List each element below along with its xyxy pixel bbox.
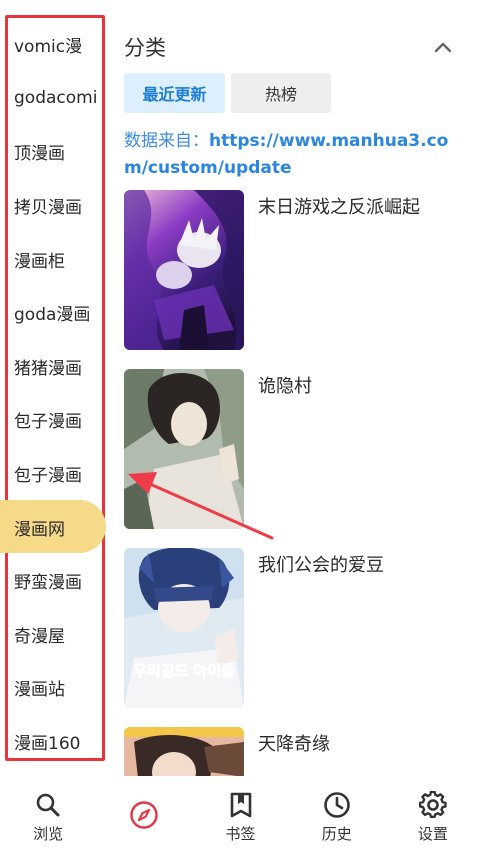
tab-hot-ranking[interactable]: 热榜 [231,73,331,113]
manga-item[interactable]: 末日游戏之反派崛起 [124,190,464,350]
nav-settings[interactable]: 设置 [385,776,481,856]
manga-title[interactable]: 天降奇缘 [258,730,330,756]
sidebar-item-label: 包子漫画 [14,412,82,433]
category-tabs: 最近更新 热榜 [124,73,331,113]
nav-label: 书签 [225,825,256,843]
sidebar-item-label: 拷贝漫画 [14,198,82,219]
sidebar-item-label: 顶漫画 [14,144,65,165]
nav-label: 历史 [321,825,352,843]
sidebar-item-manhuagui[interactable]: 漫画柜 [0,232,106,286]
sidebar-item-dingmanhua[interactable]: 顶漫画 [0,125,106,179]
source-prefix: 数据来自： [124,131,209,151]
sidebar-item-label: 漫画网 [14,519,65,540]
sidebar-item-qimanwu[interactable]: 奇漫屋 [0,608,106,662]
sidebar-item-baozi-1[interactable]: 包子漫画 [0,393,106,447]
clock-icon [322,790,352,820]
source-list: vomic漫 godacomi 顶漫画 拷贝漫画 漫画柜 goda漫画 猪猪漫画… [0,18,106,768]
gear-icon [418,790,448,820]
main-content[interactable]: 分类 最近更新 热榜 数据来自：https://www.manhua3.com/… [106,0,481,776]
tab-recent-update[interactable]: 最近更新 [124,73,225,113]
sidebar-item-label: 漫画站 [14,680,65,701]
manga-cover[interactable] [124,727,244,776]
sidebar-item-label: 包子漫画 [14,466,82,487]
data-source: 数据来自：https://www.manhua3.com/custom/upda… [124,128,464,182]
manga-title[interactable]: 我们公会的爱豆 [258,551,384,577]
sidebar-item-manhua160[interactable]: 漫画160 [0,715,106,769]
nav-bookmarks[interactable]: 书签 [192,776,288,856]
manga-title[interactable]: 末日游戏之反派崛起 [258,193,420,219]
sidebar-item-baozi-2[interactable]: 包子漫画 [0,447,106,501]
nav-label: 浏览 [33,825,64,843]
source-sidebar: vomic漫 godacomi 顶漫画 拷贝漫画 漫画柜 goda漫画 猪猪漫画… [0,0,106,776]
category-header[interactable]: 分类 [124,30,454,64]
manga-cover[interactable] [124,190,244,350]
sidebar-item-yeman[interactable]: 野蛮漫画 [0,554,106,608]
sidebar-item-zhuzhu[interactable]: 猪猪漫画 [0,340,106,394]
manga-cover[interactable]: 우리길드 아이돌 [124,548,244,708]
sidebar-item-label: 奇漫屋 [14,626,65,647]
sidebar-item-label: godacomi [14,88,98,109]
sidebar-item-goda[interactable]: goda漫画 [0,286,106,340]
manga-item[interactable]: 天降奇缘 [124,727,464,776]
sidebar-item-kaobei[interactable]: 拷贝漫画 [0,179,106,233]
section-title: 分类 [124,36,166,60]
manga-item[interactable]: 诡隐村 [124,369,464,529]
chevron-up-icon[interactable] [432,36,454,58]
manga-cover[interactable] [124,369,244,529]
nav-discover[interactable] [96,776,192,856]
manga-title[interactable]: 诡隐村 [258,372,312,398]
sidebar-item-label: 野蛮漫画 [14,573,82,594]
cover-text: 우리길드 아이돌 [133,662,235,680]
compass-icon [129,800,159,830]
sidebar-item-manhuawang[interactable]: 漫画网 [0,500,106,554]
nav-browse[interactable]: 浏览 [0,776,96,856]
manga-item[interactable]: 우리길드 아이돌 我们公会的爱豆 [124,548,464,708]
bottom-navigation: 浏览 书签 历史 设置 [0,776,481,856]
sidebar-item-godacomi[interactable]: godacomi [0,72,106,126]
sidebar-item-label: vomic漫 [14,37,83,58]
sidebar-item-label: 漫画160 [14,734,81,755]
nav-label: 设置 [417,825,448,843]
sidebar-item-vomic[interactable]: vomic漫 [0,18,106,72]
sidebar-item-manhuazhan[interactable]: 漫画站 [0,661,106,715]
sidebar-item-label: goda漫画 [14,305,91,326]
sidebar-item-label: 漫画柜 [14,251,65,272]
bookmark-icon [226,790,256,820]
sidebar-item-label: 猪猪漫画 [14,358,82,379]
nav-history[interactable]: 历史 [289,776,385,856]
search-icon [33,790,63,820]
